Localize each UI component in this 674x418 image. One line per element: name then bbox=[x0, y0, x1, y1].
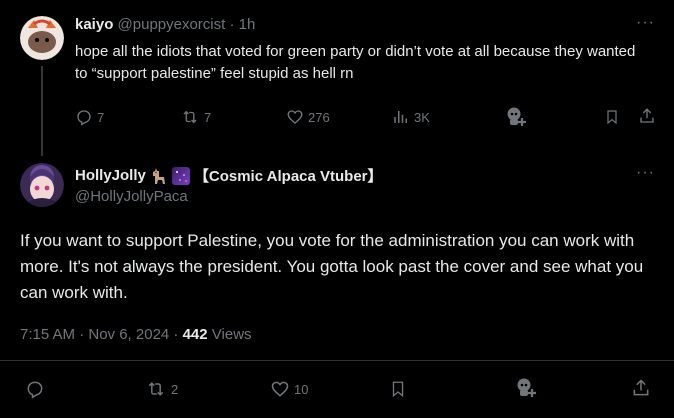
grok-icon bbox=[507, 107, 526, 126]
tweet-meta: 7:15 AM · Nov 6, 2024 · 442 Views bbox=[20, 326, 252, 343]
tweet-text-main: If you want to support Palestine, you vo… bbox=[20, 231, 644, 302]
like-button[interactable]: 276 bbox=[286, 108, 330, 126]
repost-button[interactable]: 7 bbox=[180, 108, 211, 126]
reply-icon bbox=[27, 381, 43, 399]
repost-count: 7 bbox=[204, 109, 212, 125]
display-name-main[interactable]: HollyJolly bbox=[75, 167, 146, 184]
grok-icon bbox=[517, 378, 536, 397]
views-label: Views bbox=[207, 326, 252, 343]
like-icon bbox=[287, 110, 303, 124]
bookmark-button[interactable] bbox=[604, 108, 620, 126]
views-button[interactable]: 3K bbox=[392, 108, 430, 126]
bookmark-icon bbox=[392, 381, 404, 398]
repost-count-main: 2 bbox=[171, 381, 179, 397]
repost-icon bbox=[183, 110, 197, 124]
avatar-kaiyo[interactable] bbox=[20, 16, 64, 60]
timestamp-main[interactable]: 7:15 AM · Nov 6, 2024 · bbox=[20, 326, 183, 343]
like-button-main[interactable]: 10 bbox=[270, 379, 308, 399]
tweet-text: hope all the idiots that voted for green… bbox=[75, 43, 636, 82]
avatar-hollyjolly[interactable] bbox=[20, 163, 64, 207]
views-icon bbox=[394, 111, 407, 123]
reply-icon bbox=[77, 110, 91, 126]
display-name[interactable]: kaiyo bbox=[75, 16, 113, 33]
views-count: 3K bbox=[414, 109, 430, 125]
llama-emoji bbox=[150, 167, 168, 185]
tweet-header: kaiyo @puppyexorcist · 1h bbox=[75, 16, 255, 33]
divider bbox=[0, 360, 674, 361]
grok-button-main[interactable] bbox=[514, 377, 538, 399]
like-count: 276 bbox=[308, 109, 330, 125]
like-icon bbox=[271, 381, 289, 397]
grok-button[interactable] bbox=[504, 106, 528, 128]
share-button-main[interactable] bbox=[631, 378, 651, 398]
reply-button-main[interactable] bbox=[25, 379, 45, 399]
handle-main[interactable]: @HollyJollyPaca bbox=[75, 188, 188, 205]
reply-button[interactable]: 7 bbox=[75, 108, 104, 126]
share-icon bbox=[633, 379, 649, 396]
share-button[interactable] bbox=[638, 107, 656, 125]
separator: · bbox=[229, 16, 235, 33]
repost-icon bbox=[148, 382, 164, 396]
repost-button-main[interactable]: 2 bbox=[145, 379, 178, 399]
share-icon bbox=[640, 108, 654, 123]
bookmark-icon bbox=[607, 110, 617, 125]
views-count-main: 442 bbox=[182, 326, 208, 343]
reply-count: 7 bbox=[97, 109, 105, 125]
tweet-header-main: HollyJolly 【Cosmic Alpaca Vtuber】 bbox=[75, 165, 383, 186]
display-name-suffix[interactable]: 【Cosmic Alpaca Vtuber】 bbox=[194, 165, 383, 186]
bookmark-button-main[interactable] bbox=[389, 379, 407, 399]
like-count-main: 10 bbox=[294, 381, 309, 397]
more-icon[interactable]: ··· bbox=[636, 164, 655, 182]
thread-connector-line bbox=[41, 66, 43, 156]
timestamp[interactable]: 1h bbox=[239, 16, 256, 33]
handle[interactable]: @puppyexorcist bbox=[118, 16, 226, 33]
galaxy-emoji bbox=[171, 166, 190, 185]
more-icon[interactable]: ··· bbox=[636, 14, 655, 32]
